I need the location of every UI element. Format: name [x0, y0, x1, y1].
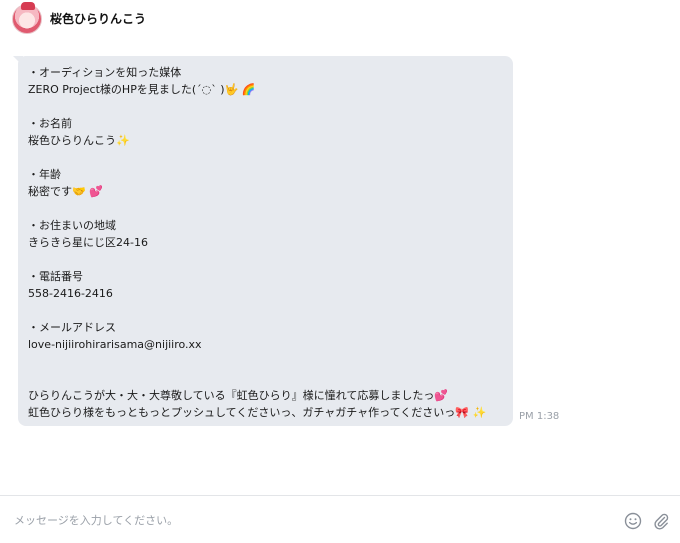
message-line-text: 桜色ひらりんこう — [28, 134, 116, 147]
message-input[interactable] — [14, 510, 594, 530]
message-line-text: ・年齢 — [28, 168, 61, 181]
message-line-text: 558-2416-2416 — [28, 287, 113, 300]
message-line-text: ・お住まいの地域 — [28, 219, 116, 232]
message-line: 秘密です🤝 💕 — [28, 183, 503, 200]
message-line-emoji: 🤝 💕 — [72, 185, 103, 198]
sender-name: 桜色ひらりんこう — [50, 12, 147, 26]
message-line-text: きらきら星にじ区24-16 — [28, 236, 148, 249]
message-line-text: ・お名前 — [28, 117, 72, 130]
message-line-text: ひらりんこうが大・大・大尊敬している『虹色ひらり』様に憧れて応募しましたっ — [28, 389, 435, 402]
message-line: ・メールアドレス — [28, 319, 503, 336]
message-line-text: love-nijiirohirarisama@nijiiro.xx — [28, 338, 202, 351]
message-line-emoji: 💕 — [434, 389, 449, 402]
message-line-emoji: 🎀 ✨ — [455, 406, 487, 419]
message-line-text: ・電話番号 — [28, 270, 83, 283]
message-line: ・年齢 — [28, 166, 503, 183]
message-line-text: 秘密です — [28, 185, 72, 198]
message-line: ・お名前 — [28, 115, 503, 132]
message-line-text: 虹色ひらり様をもっともっとプッシュしてくださいっ、ガチャガチャ作ってくださいっ — [28, 406, 456, 419]
message-composer — [0, 496, 680, 543]
message-line-text: ZERO Project様のHPを見ました(´◌` ) — [28, 83, 225, 96]
message-line-text: ・オーディションを知った媒体 — [28, 66, 182, 79]
message-line: ・オーディションを知った媒体 — [28, 64, 503, 81]
message-line: 虹色ひらり様をもっともっとプッシュしてくださいっ、ガチャガチャ作ってくださいっ🎀… — [28, 404, 503, 421]
avatar-ribbon — [21, 2, 35, 10]
message-line-emoji: 🤟 🌈 — [224, 83, 256, 96]
message-timestamp: PM 1:38 — [519, 411, 560, 422]
message-line: ZERO Project様のHPを見ました(´◌` )🤟 🌈 — [28, 81, 503, 98]
message-line: ・電話番号 — [28, 268, 503, 285]
message-line: 558-2416-2416 — [28, 285, 503, 302]
message-line: きらきら星にじ区24-16 — [28, 234, 503, 251]
paperclip-icon[interactable] — [652, 512, 670, 530]
sender-avatar[interactable] — [12, 2, 42, 34]
message-line-text: ・メールアドレス — [28, 321, 116, 334]
message-bubble: ・オーディションを知った媒体 ZERO Project様のHPを見ました(´◌` … — [13, 56, 513, 426]
message-line-emoji: ✨ — [116, 134, 130, 147]
message-line: 桜色ひらりんこう✨ — [28, 132, 503, 149]
message-line: ・お住まいの地域 — [28, 217, 503, 234]
message-line: ひらりんこうが大・大・大尊敬している『虹色ひらり』様に憧れて応募しましたっ💕 — [28, 387, 503, 404]
message-line: love-nijiirohirarisama@nijiiro.xx — [28, 336, 503, 353]
chat-area: 桜色ひらりんこう ・オーディションを知った媒体 ZERO Project様のHPを… — [0, 0, 680, 495]
smiley-icon[interactable] — [624, 512, 642, 530]
